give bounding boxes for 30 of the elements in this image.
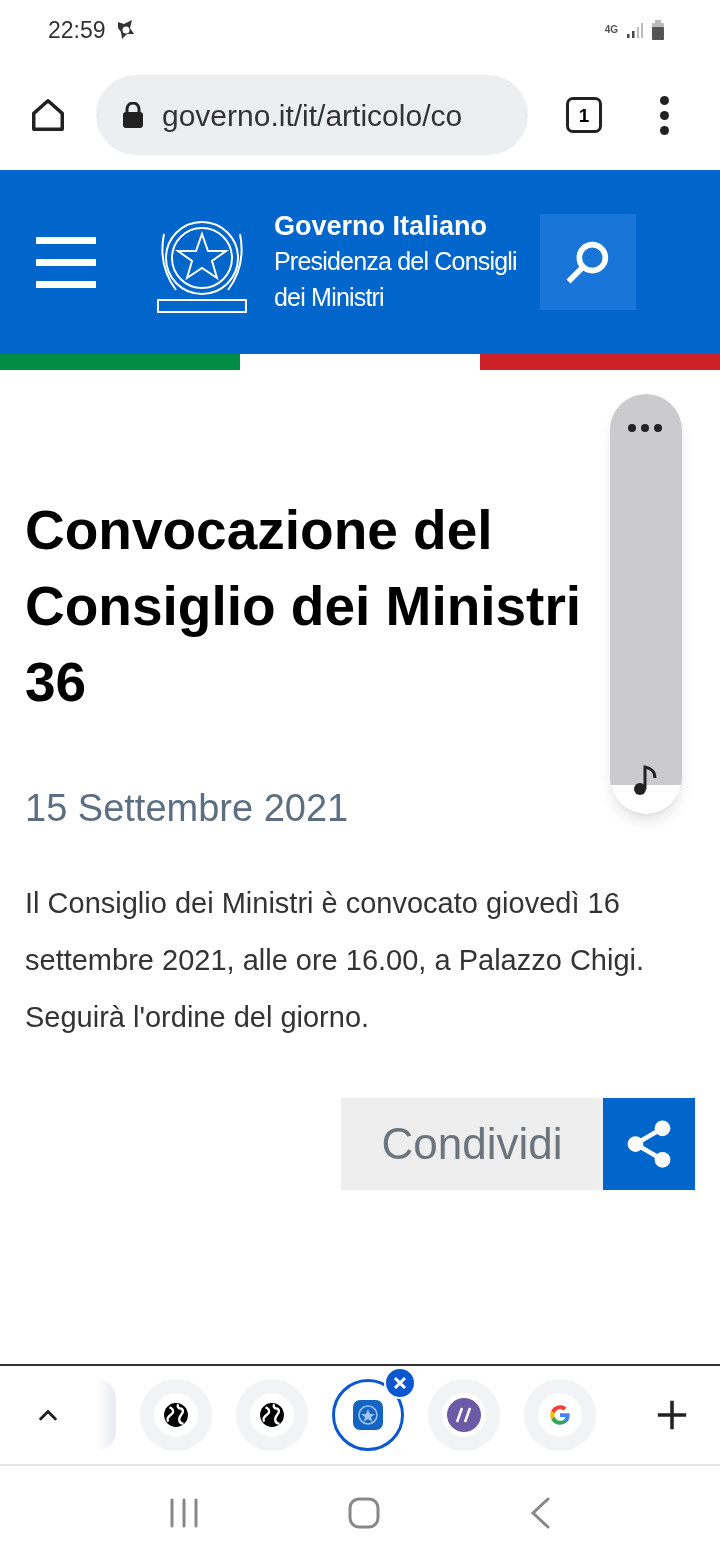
- google-icon: [547, 1402, 573, 1428]
- article-title: Consiglio dei Ministri: [25, 574, 583, 639]
- menu-icon[interactable]: [36, 236, 96, 288]
- battery-icon: [652, 20, 664, 40]
- site-subtitle: Presidenza del Consigli: [274, 246, 517, 277]
- globe-icon: [259, 1402, 285, 1428]
- status-time: 22:59: [48, 15, 106, 45]
- url-text: governo.it/it/articolo/co: [162, 97, 463, 134]
- volume-slider[interactable]: [610, 394, 682, 814]
- signal-icon: [626, 21, 644, 39]
- article-date: 15 Settembre 2021: [25, 786, 350, 831]
- more-options-icon[interactable]: [628, 424, 662, 432]
- lock-icon: [122, 102, 144, 128]
- site-name: Governo Italiano: [274, 210, 489, 243]
- network-type: 4G: [604, 25, 618, 35]
- article-title: Convocazione del: [25, 498, 494, 563]
- emblem-icon: [353, 1400, 383, 1430]
- globe-icon: [163, 1402, 189, 1428]
- recent-apps-icon[interactable]: [168, 1497, 200, 1529]
- more-menu-icon[interactable]: [660, 95, 669, 135]
- article-title: 36: [25, 650, 88, 715]
- site-subtitle: dei Ministri: [274, 282, 384, 313]
- tab-count-button[interactable]: 1: [566, 97, 602, 133]
- article-body: Il Consiglio dei Ministri è convocato giovedì 16 settembre 2021, alle ore 16.00, a Palazzo Chigi. Seguirà l'ordine del giorno.: [25, 886, 646, 1035]
- home-nav-icon[interactable]: [348, 1497, 380, 1529]
- address-bar[interactable]: governo.it/it/articolo/co: [96, 75, 528, 155]
- back-nav-icon[interactable]: [528, 1496, 552, 1530]
- slashes-icon: [447, 1398, 481, 1432]
- home-icon: [29, 96, 67, 134]
- search-button[interactable]: [540, 214, 636, 310]
